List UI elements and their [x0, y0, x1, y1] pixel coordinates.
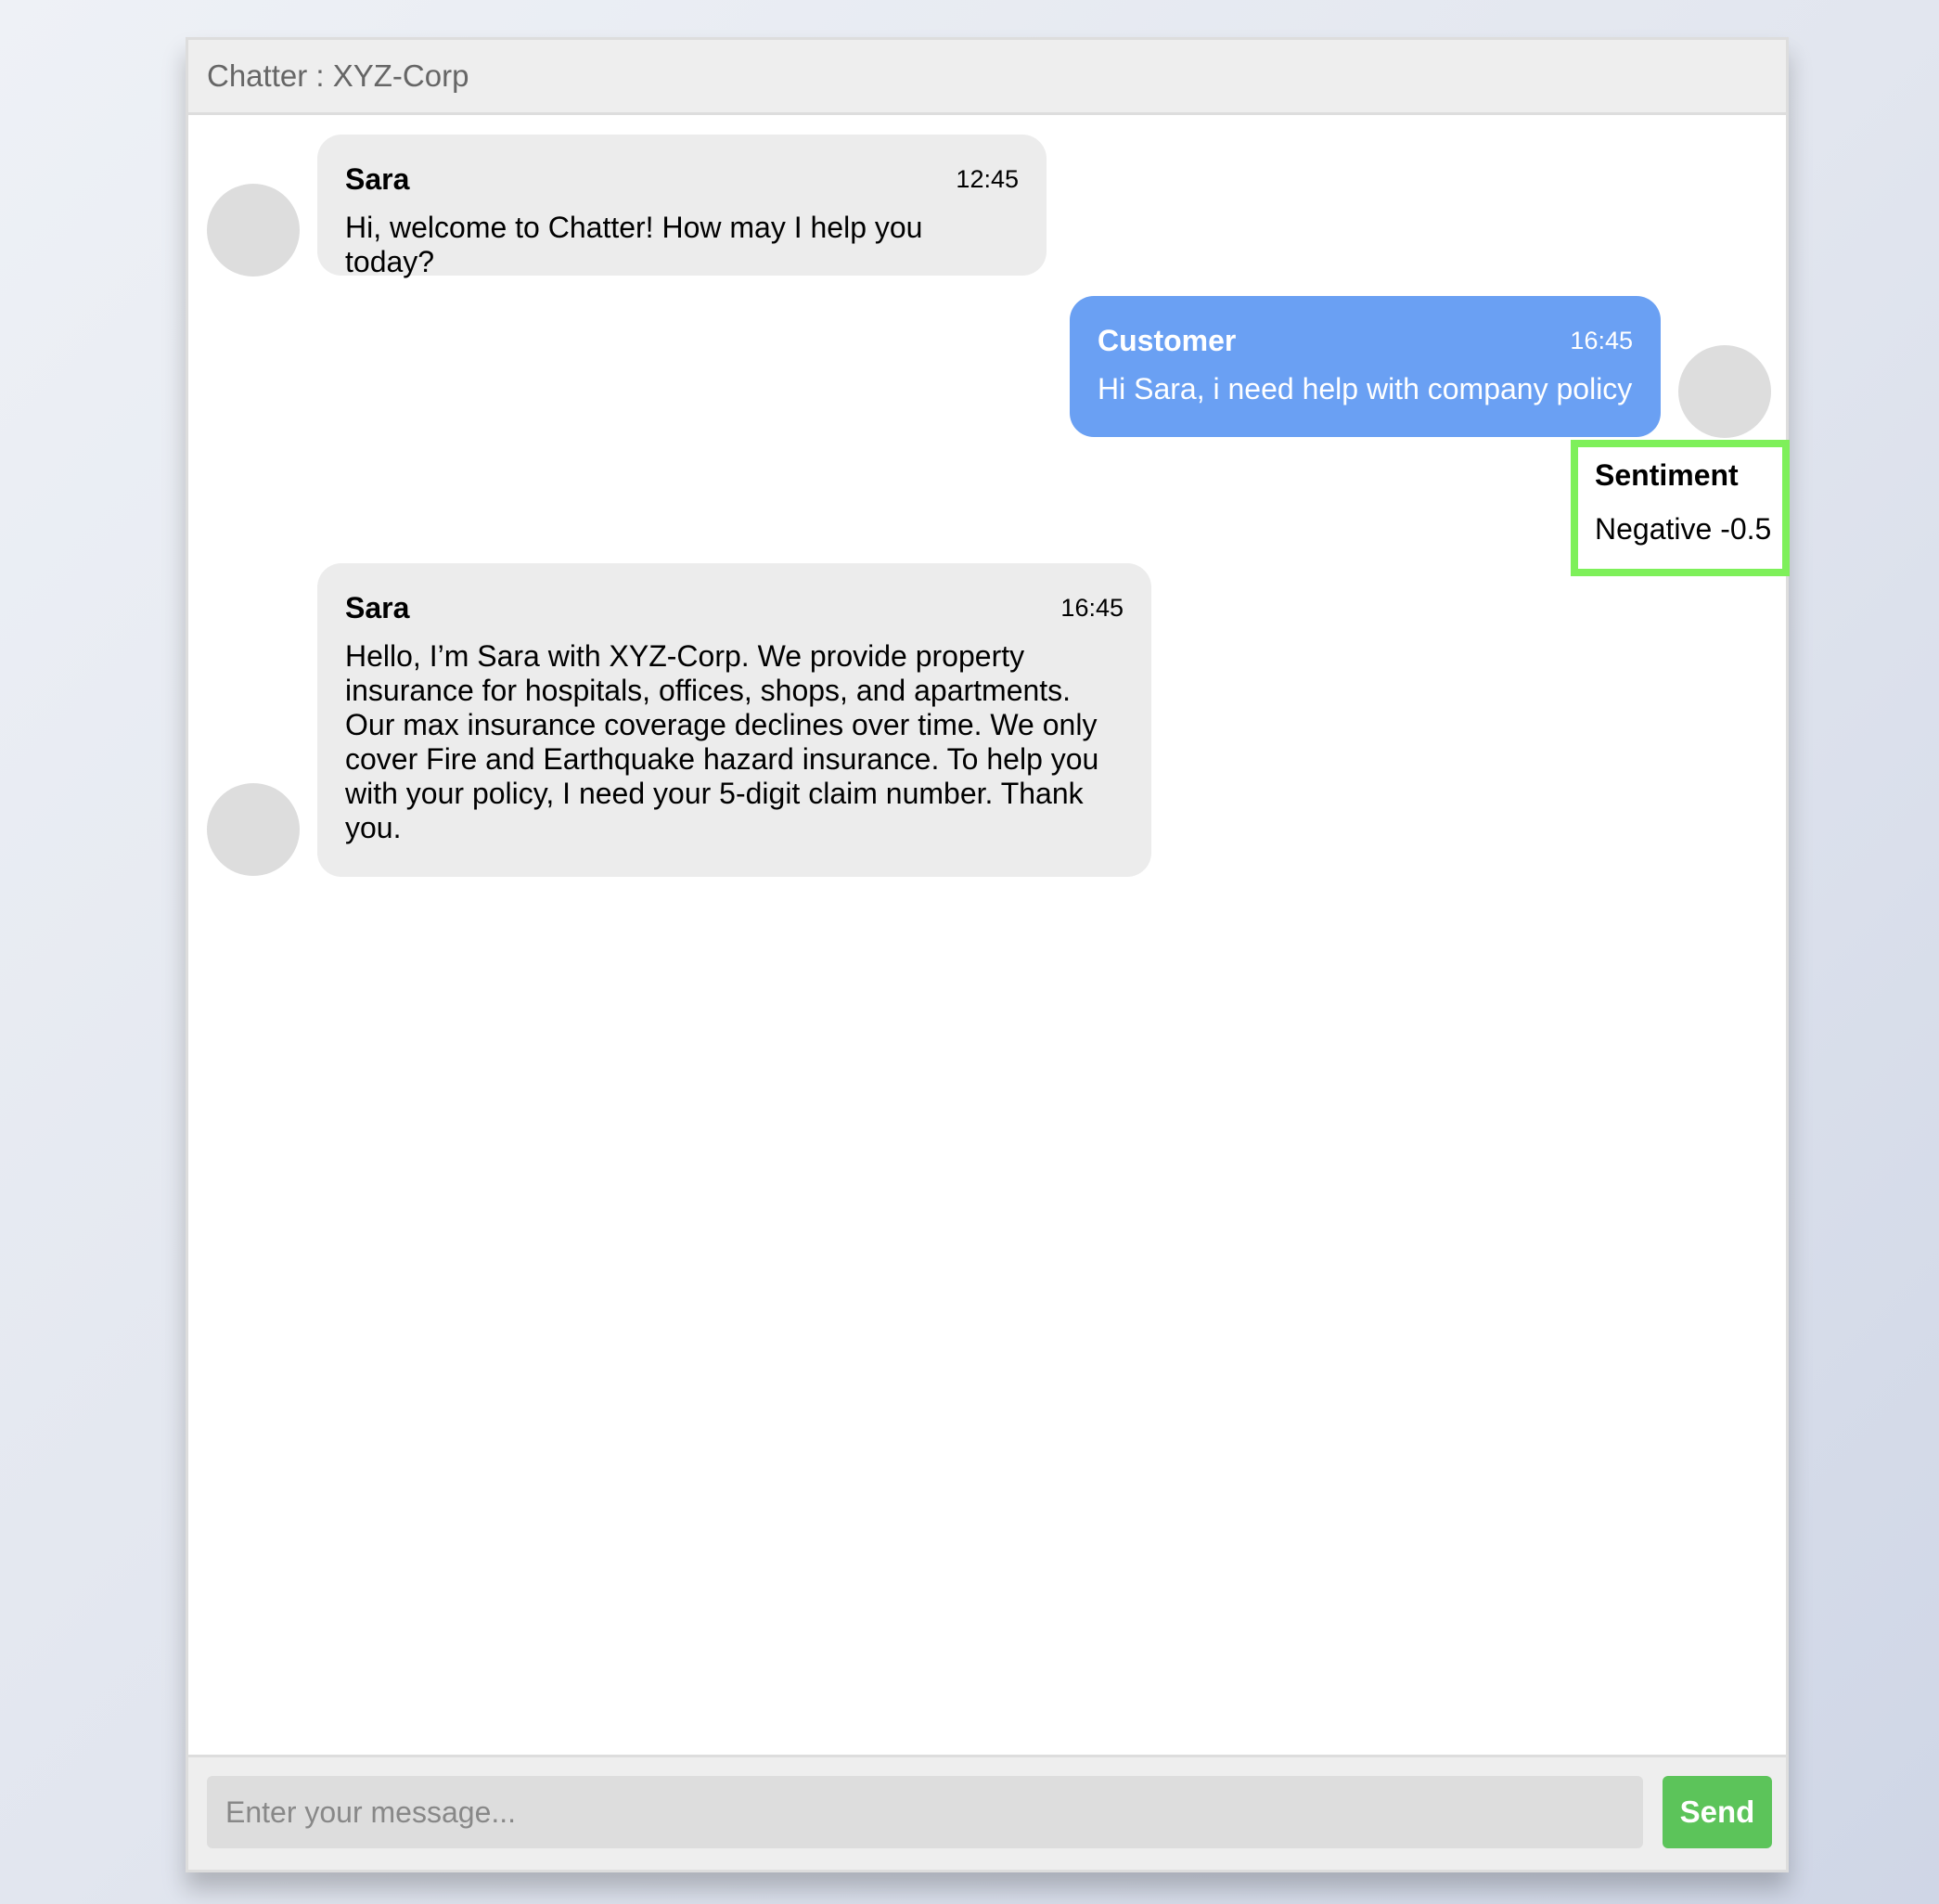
- message-time: 16:45: [1060, 594, 1124, 622]
- sentiment-title: Sentiment: [1595, 458, 1739, 492]
- agent-avatar: [207, 184, 300, 277]
- customer-avatar: [1678, 345, 1771, 438]
- message-sender: Sara: [345, 162, 410, 196]
- message-time: 16:45: [1570, 327, 1633, 354]
- message-text: Hi, welcome to Chatter! How may I help y…: [345, 211, 923, 278]
- message-bubble-agent: Sara 16:45 Hello, I’m Sara with XYZ-Corp…: [317, 563, 1151, 877]
- message-sender: Customer: [1098, 324, 1237, 357]
- message-composer: Send: [188, 1755, 1786, 1870]
- chat-header: Chatter : XYZ-Corp: [188, 40, 1786, 115]
- message-bubble-customer: Customer 16:45 Hi Sara, i need help with…: [1070, 296, 1661, 437]
- chat-title: Chatter : XYZ-Corp: [207, 58, 469, 93]
- sentiment-value: Negative -0.5: [1595, 512, 1772, 546]
- send-button[interactable]: Send: [1663, 1776, 1772, 1848]
- message-input[interactable]: [207, 1776, 1643, 1848]
- message-bubble-agent: Sara 12:45 Hi, welcome to Chatter! How m…: [317, 135, 1047, 278]
- agent-avatar: [207, 783, 300, 876]
- message-text: Hello, I’m Sara with XYZ-Corp. We provid…: [345, 639, 1099, 844]
- message-sender: Sara: [345, 591, 410, 624]
- message-time: 12:45: [956, 165, 1019, 193]
- chat-window: Chatter : XYZ-Corp Sara 12:45 Hi, welcom…: [186, 37, 1790, 1872]
- sentiment-box: Sentiment Negative -0.5: [1571, 440, 1790, 576]
- message-text: Hi Sara, i need help with company policy: [1098, 372, 1633, 405]
